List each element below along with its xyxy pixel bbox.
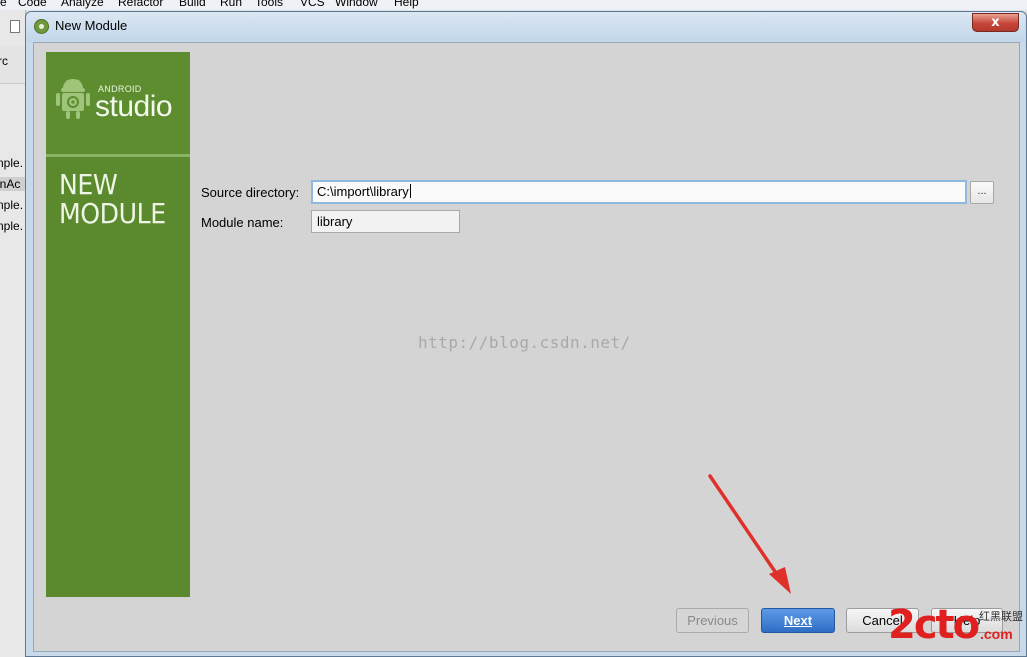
previous-button[interactable]: Previous [676,608,749,633]
logo-chinese-text: 红黑联盟 [979,611,1023,623]
tree-item[interactable]: nple. [0,198,23,212]
source-directory-value: C:\import\library [317,184,409,199]
dialog-titlebar[interactable]: New Module x [26,12,1026,42]
browse-button[interactable]: ... [970,181,994,204]
android-studio-icon [34,19,49,34]
banner-logo-area: ANDROID studio [46,52,190,157]
android-studio-banner: ANDROID studio NEW MODULE [46,52,190,597]
dialog-title: New Module [55,18,128,33]
module-name-field[interactable]: library [311,210,460,233]
breadcrumb-label: rc [0,54,8,68]
source-directory-field[interactable]: C:\import\library [311,180,967,204]
menu-item-code[interactable]: Code [18,0,47,9]
logo-suffix-text: .com [980,626,1013,642]
text-caret [409,184,411,198]
banner-heading-line2: MODULE [59,197,166,230]
file-icon[interactable] [10,20,20,33]
menu-item-vcs[interactable]: VCS [300,0,325,9]
watermark-text: http://blog.csdn.net/ [418,333,631,352]
dialog-content: ANDROID studio NEW MODULE Source directo… [33,42,1020,652]
banner-heading-line1: NEW [59,168,118,201]
banner-heading: NEW MODULE [59,170,166,228]
menu-item-tools[interactable]: Tools [255,0,283,9]
android-robot-icon [56,79,90,119]
menu-item-run[interactable]: Run [220,0,242,9]
ide-project-panel: rc nple. inAc nple. nple. [0,10,26,657]
close-button[interactable]: x [972,13,1019,32]
menu-item-help[interactable]: Help [394,0,419,9]
menu-item-edit[interactable]: e [0,0,7,9]
menu-item-analyze[interactable]: Analyze [61,0,104,9]
source-directory-label: Source directory: [201,185,300,200]
site-watermark-logo: 2cto 红黑联盟 .com [888,605,1027,657]
menu-item-build[interactable]: Build [179,0,206,9]
tree-item[interactable]: nple. [0,156,23,170]
next-button[interactable]: Next [761,608,835,633]
module-name-label: Module name: [201,215,284,230]
brand-studio-label: studio [95,90,173,123]
menu-item-window[interactable]: Window [335,0,378,9]
new-module-dialog: New Module x ANDROID studio NEW MODULE S… [25,11,1027,657]
ide-menubar: e Code Analyze Refactor Build Run Tools … [0,0,1027,10]
logo-main-text: 2cto [888,602,980,648]
breadcrumb[interactable]: rc [0,46,25,84]
tree-item-selected[interactable]: inAc [0,177,25,191]
menu-item-refactor[interactable]: Refactor [118,0,163,9]
tree-item[interactable]: nple. [0,219,23,233]
